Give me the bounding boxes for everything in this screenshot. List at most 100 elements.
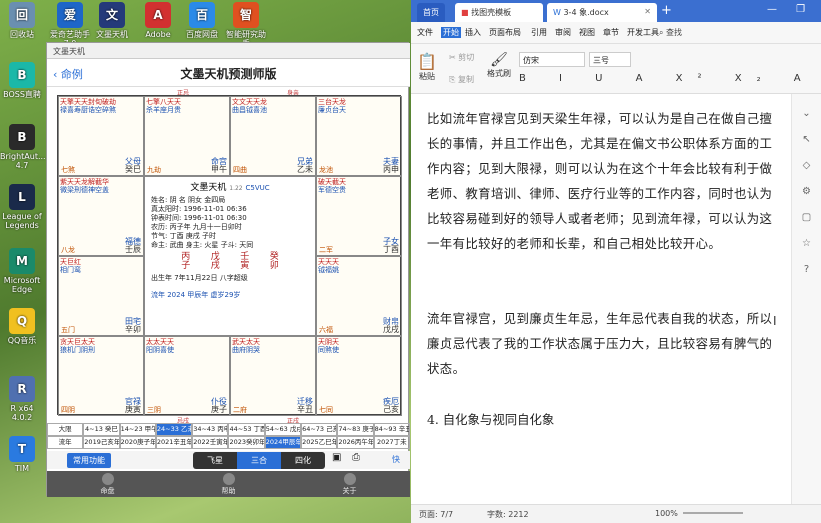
- decade-cell[interactable]: 54~63 戊戌: [264, 423, 302, 436]
- format-painter-button[interactable]: 🖌 格式刷: [487, 52, 511, 79]
- seg-1[interactable]: 三合: [237, 452, 281, 469]
- desktop-icon-label: Adobe: [145, 30, 171, 39]
- adjust-icon[interactable]: ⚙: [801, 186, 813, 198]
- format-icons[interactable]: B I U A X² X₂ A A: [519, 73, 821, 84]
- search-button[interactable]: ⌕ 查找: [659, 27, 682, 38]
- new-tab-icon[interactable]: +: [661, 3, 672, 18]
- menu-item[interactable]: 插入: [465, 27, 481, 38]
- year-cell[interactable]: 2027丁未: [373, 436, 410, 449]
- desktop-icon[interactable]: 文文墨天机: [90, 2, 134, 39]
- decade-cell[interactable]: 74~83 庚子: [337, 423, 374, 436]
- decade-cell[interactable]: 24~33 乙未: [155, 423, 193, 436]
- app-icon: B: [9, 124, 35, 150]
- desktop-icon[interactable]: Q QQ音乐: [0, 308, 44, 345]
- document-page[interactable]: 比如流年官禄宫见到天梁生年禄，可以认为是自己在做自己擅长的事情，并且工作出色，尤…: [411, 94, 791, 504]
- palace-cell[interactable]: 天天天 钺福姚 财帛 戊戌 六福: [316, 256, 402, 336]
- menu-item[interactable]: 章节: [603, 27, 619, 38]
- decade-cell[interactable]: 44~53 丁酉: [228, 423, 265, 436]
- shape-icon[interactable]: ◇: [801, 160, 813, 172]
- desktop-icon-label: QQ音乐: [7, 336, 37, 345]
- quick-button[interactable]: 快: [392, 454, 400, 465]
- year-cell[interactable]: 2021辛丑年: [155, 436, 193, 449]
- tab-home[interactable]: 首页: [417, 3, 445, 22]
- paste-button[interactable]: 📋 粘贴: [417, 52, 437, 82]
- palace-phase: 五门: [61, 326, 75, 334]
- palace-cell[interactable]: 天阴天 同煞使 疾厄 己亥 七同: [316, 336, 402, 416]
- decade-cell[interactable]: 34~43 丙申: [192, 423, 229, 436]
- palace-cell[interactable]: 武天太天 曲府阴哭 迁移 辛丑 二府: [230, 336, 316, 416]
- palace-branch: 丁酉: [383, 245, 399, 254]
- star-icon[interactable]: ☆: [801, 238, 813, 250]
- font-select[interactable]: 仿宋: [519, 52, 585, 67]
- tab-templates[interactable]: ■ 找图壳模板: [455, 3, 543, 22]
- desktop-icon[interactable]: L League of Legends: [0, 184, 44, 230]
- collapse-icon[interactable]: ⌄: [801, 108, 813, 120]
- select-icon[interactable]: ↖: [801, 134, 813, 146]
- desktop-icon-label: 百度网盘: [186, 30, 218, 39]
- year-cell[interactable]: 2023癸卯年: [228, 436, 265, 449]
- palace-stars-2: 军德空贵: [318, 186, 346, 194]
- menu-item[interactable]: 文件: [417, 27, 433, 38]
- desktop-icon[interactable]: R R x64 4.0.2: [0, 376, 44, 422]
- decade-cell[interactable]: 14~23 甲午: [119, 423, 156, 436]
- desktop-icon[interactable]: 回回收站: [0, 2, 44, 39]
- zoom-level[interactable]: 100%: [655, 509, 678, 518]
- copy-button[interactable]: ⎘ 复制: [449, 74, 474, 85]
- help-icon[interactable]: ?: [801, 264, 813, 276]
- font-size-select[interactable]: 三号: [589, 52, 631, 67]
- box-icon[interactable]: ▢: [801, 212, 813, 224]
- palace-cell[interactable]: 破天截天 军德空贵 子女 丁酉 二军: [316, 176, 402, 256]
- close-icon[interactable]: ✕: [644, 7, 651, 16]
- year-cell[interactable]: 2022壬寅年: [192, 436, 229, 449]
- palace-stars-2: 曲昌钺喜池: [232, 106, 267, 114]
- desktop-icon[interactable]: M Microsoft Edge: [0, 248, 44, 294]
- window-controls[interactable]: — ❐: [767, 4, 813, 15]
- menu-item[interactable]: 开发工具: [627, 27, 659, 38]
- desktop-icon[interactable]: 百百度网盘: [180, 2, 224, 39]
- zoom-slider[interactable]: [683, 512, 743, 514]
- decade-cell[interactable]: 64~73 己亥: [301, 423, 338, 436]
- seg-2[interactable]: 四化: [281, 452, 325, 469]
- desktop-icon[interactable]: B BrightAut... 4.7: [0, 124, 46, 170]
- year-cell[interactable]: 2026丙午年: [337, 436, 374, 449]
- palace-cell[interactable]: 天巨红 相门鸾 田宅 辛卯 五门: [58, 256, 144, 336]
- pillar-char: 子: [181, 261, 191, 271]
- decade-cell[interactable]: 4~13 癸巳: [83, 423, 120, 436]
- decade-cell[interactable]: 大限: [47, 423, 84, 436]
- decade-cell[interactable]: 84~93 辛丑: [373, 423, 410, 436]
- save-icon[interactable]: ▣: [332, 452, 341, 463]
- palace-cell[interactable]: 文文天天龙 曲昌钺喜池 兄弟 乙未 四曲: [230, 96, 316, 176]
- seg-0[interactable]: 飞星: [193, 452, 237, 469]
- tab-document[interactable]: W 3-4 象.docx ✕: [547, 3, 657, 22]
- app-tab[interactable]: 关于: [289, 471, 410, 497]
- year-cell[interactable]: 2024甲辰年: [264, 436, 302, 449]
- palace-cell[interactable]: 太太天天 阳阴喜使 仆役 庚子 三阴: [144, 336, 230, 416]
- desktop-icon[interactable]: B BOSS直聘: [0, 62, 44, 99]
- print-icon[interactable]: ⎙: [352, 452, 360, 463]
- cut-button[interactable]: ✂ 剪切: [449, 52, 474, 63]
- palace-cell[interactable]: 七擎八天天 杀羊座月贵 命宫 甲午 九劫: [144, 96, 230, 176]
- tab-icon: [222, 473, 235, 485]
- desktop-icon[interactable]: A Adobe: [136, 2, 180, 39]
- year-cell[interactable]: 2019己亥年: [83, 436, 120, 449]
- year-cell[interactable]: 流年: [47, 436, 84, 449]
- menu-item[interactable]: 页面布局: [489, 27, 521, 38]
- app-tab[interactable]: 帮助: [168, 471, 289, 497]
- palace-cell[interactable]: 三台天龙 廉贞台天 夫妻 丙申 龙池: [316, 96, 402, 176]
- palace-cell[interactable]: 紫天天龙解截华 微梁刑德神空盖 福德 壬辰 八龙: [58, 176, 144, 256]
- desktop-icon[interactable]: T TIM: [0, 436, 44, 473]
- menu-item[interactable]: 审阅: [555, 27, 571, 38]
- app-tab[interactable]: 命盘: [47, 471, 168, 497]
- menu-item[interactable]: 引用: [531, 27, 547, 38]
- center-code: C5VUC: [245, 184, 270, 192]
- app-icon: A: [145, 2, 171, 28]
- palace-cell[interactable]: 天擎天天封旬破劫 禄喜寿厨诰空碎煞 父母 癸巳 七煞: [58, 96, 144, 176]
- palace-phase: 龙池: [319, 166, 333, 174]
- year-cell[interactable]: 2020庚子年: [119, 436, 156, 449]
- palace-stars: 天巨红: [60, 258, 81, 266]
- year-cell[interactable]: 2025乙巳年: [301, 436, 338, 449]
- palace-cell[interactable]: 贪天巨太天 狼机门阴刑 官禄 庚寅 四阴: [58, 336, 144, 416]
- menu-item[interactable]: 视图: [579, 27, 595, 38]
- menu-item[interactable]: 开始: [441, 27, 461, 38]
- common-functions-button[interactable]: 常用功能: [67, 453, 111, 468]
